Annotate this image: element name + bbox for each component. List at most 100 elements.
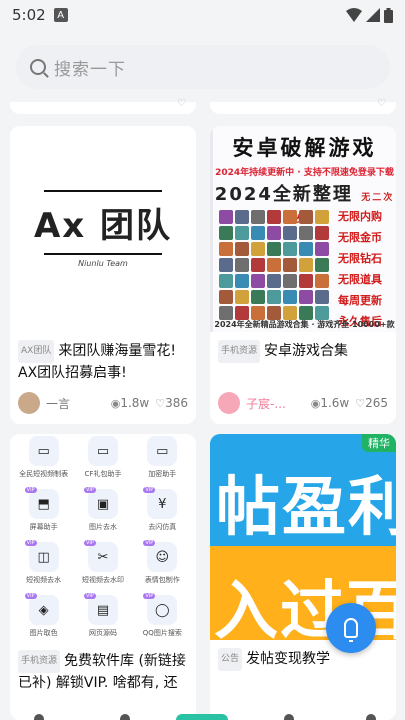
game-icon <box>235 306 249 320</box>
tool-icon: ◫ VIP <box>24 540 59 572</box>
vip-badge: VIP <box>83 593 96 599</box>
post-thumbnail: 安卓破解游戏 2024年持续更新中 · 支持不限速免登录下载 2024全新整理 … <box>210 126 396 332</box>
game-icon <box>251 290 265 304</box>
vip-badge: VIP <box>83 540 96 546</box>
game-icon <box>315 290 329 304</box>
vip-badge: VIP <box>24 593 37 599</box>
battery-icon <box>384 7 393 23</box>
tool-icon: ▭ <box>147 436 178 466</box>
game-icon <box>267 242 281 256</box>
vip-badge: VIP <box>24 540 37 546</box>
search-icon <box>30 59 46 75</box>
search-bar[interactable]: 搜索一下 <box>16 45 390 89</box>
feature-item: 每周更新 <box>338 294 382 307</box>
tool-label: 短视频去水 <box>26 576 62 584</box>
game-icon <box>315 210 329 224</box>
tool-label: 短视频去水印 <box>81 576 124 584</box>
headline-text: 2024全新整理 <box>214 184 353 205</box>
heart-icon[interactable]: ♡ <box>155 397 165 410</box>
post-card[interactable]: ▭ 全民短视频制表 ▭ CF礼包助手 ▭ 加密助手 ⬒ VIP 屏幕助手 ▣ VIP 图片去水 ¥ VIP… <box>10 434 196 720</box>
tool-item: ✂ VIP 短视频去水印 <box>73 540 132 585</box>
game-icon <box>251 242 265 256</box>
tool-item: ◯ VIP QQ图片搜索 <box>133 593 192 638</box>
nav-center-button[interactable] <box>176 714 228 720</box>
game-icon <box>283 274 297 288</box>
search-placeholder: 搜索一下 <box>54 59 126 80</box>
tool-label: 图片取色 <box>29 629 58 637</box>
nav-icon[interactable] <box>34 714 44 720</box>
game-icon <box>251 258 265 272</box>
post-title-text: 发帖变现教学 <box>246 651 331 667</box>
post-card[interactable]: 帖盈利 入过百 精华 公告 发帖变现教学 <box>210 434 396 720</box>
game-icon <box>235 290 249 304</box>
tool-item: ◈ VIP 图片取色 <box>14 593 73 638</box>
eye-icon: ◉ <box>310 397 321 410</box>
game-icon <box>283 306 297 320</box>
game-icon <box>219 226 233 240</box>
feature-list: 无限内购 无限金币 无限钻石 无限道具 每周更新 永久售后 <box>330 206 390 332</box>
post-card[interactable]: 安卓破解游戏 2024年持续更新中 · 支持不限速免登录下载 2024全新整理 … <box>210 126 396 424</box>
featured-badge: 精华 <box>362 434 396 452</box>
status-time: 5:02 <box>12 6 46 24</box>
post-button[interactable] <box>326 603 376 653</box>
view-count: 1.6w <box>320 396 350 410</box>
divider <box>44 253 162 255</box>
game-icon <box>235 242 249 256</box>
heart-icon[interactable]: ♡ <box>355 397 365 410</box>
nav-icon[interactable] <box>120 714 130 720</box>
tool-icon: ▭ <box>28 436 59 466</box>
tool-item: ▣ VIP 图片去水 <box>73 487 132 532</box>
author-name[interactable]: 子宸-... <box>246 395 286 412</box>
tool-icon: ◈ VIP <box>24 593 59 625</box>
game-icon <box>283 226 297 240</box>
eye-icon: ◉ <box>110 397 121 410</box>
tool-item: ▭ 加密助手 <box>133 436 192 479</box>
tool-label: 加密助手 <box>148 470 177 478</box>
game-icon <box>299 258 313 272</box>
tool-label: 屏幕助手 <box>29 523 58 531</box>
game-icon <box>219 258 233 272</box>
tool-label: 表情包制作 <box>144 576 180 584</box>
thumbnail-text: 帖盈利 <box>216 471 396 545</box>
vip-badge: VIP <box>24 487 37 493</box>
notification-icon: A <box>53 8 68 22</box>
feature-item: 无限钻石 <box>338 252 382 265</box>
game-icon <box>251 210 265 224</box>
game-icon <box>267 274 281 288</box>
vip-badge: VIP <box>143 487 156 493</box>
post-title: AX团队 来团队赚海量雪花! AX团队招募启事! <box>18 340 188 382</box>
author-name[interactable]: 一言 <box>46 395 70 412</box>
tool-item: ¥ VIP 去闪仿真 <box>133 487 192 532</box>
tool-icon: ▤ VIP <box>83 593 118 625</box>
nav-icon[interactable] <box>284 714 294 720</box>
game-icon <box>267 290 281 304</box>
game-icon <box>219 290 233 304</box>
thumbnail-title: Ax 团队 <box>33 206 173 246</box>
previous-card-peek <box>10 98 196 114</box>
post-title-text: 安卓游戏合集 <box>264 343 349 359</box>
avatar[interactable] <box>18 392 40 414</box>
category-tag: AX团队 <box>18 340 55 363</box>
view-count: 1.8w <box>120 396 150 410</box>
tool-label: 网页源码 <box>88 629 117 637</box>
tool-item: ▭ 全民短视频制表 <box>14 436 73 479</box>
tool-item: ⬒ VIP 屏幕助手 <box>14 487 73 532</box>
tool-label: 去闪仿真 <box>148 523 177 531</box>
tool-item: ◫ VIP 短视频去水 <box>14 540 73 585</box>
game-icon <box>315 258 329 272</box>
tool-icon: ✂ VIP <box>83 540 118 572</box>
tool-icon: ¥ VIP <box>143 487 178 519</box>
post-card[interactable]: Ax 团队 Niunlu Team AX团队 来团队赚海量雪花! AX团队招募启事… <box>10 126 196 424</box>
like-count: 386 <box>165 396 188 410</box>
previous-card-peek <box>210 98 396 114</box>
game-icon <box>283 210 297 224</box>
nav-icon[interactable] <box>366 714 376 720</box>
avatar[interactable] <box>218 392 240 414</box>
tool-item: ▤ VIP 网页源码 <box>73 593 132 638</box>
signal-icon <box>366 8 380 22</box>
game-icon <box>299 274 313 288</box>
status-bar: 5:02 A <box>0 0 405 30</box>
thumbnail-title: 安卓破解游戏 <box>232 136 377 160</box>
tool-icon: ☺ VIP <box>143 540 178 572</box>
divider <box>44 190 162 192</box>
